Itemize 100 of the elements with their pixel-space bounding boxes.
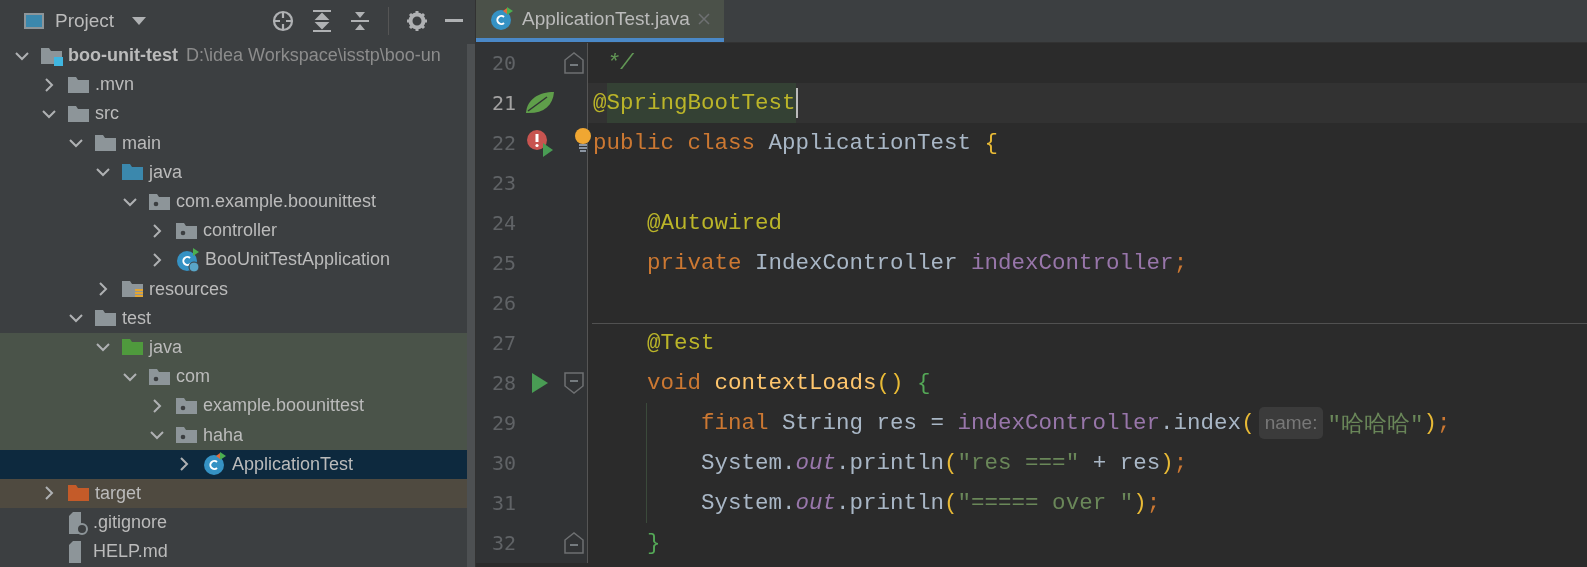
package-icon	[176, 220, 198, 241]
semicolon: ;	[1173, 450, 1188, 476]
chevron-icon[interactable]	[96, 282, 110, 297]
tree-item[interactable]: src	[0, 99, 467, 129]
tree-item[interactable]: java	[0, 157, 467, 187]
bracket: )	[1133, 490, 1147, 516]
leaf-icon[interactable]	[525, 91, 555, 115]
tree-item[interactable]: test	[0, 303, 467, 333]
tree-item[interactable]: .mvn	[0, 70, 467, 100]
run-icon[interactable]	[531, 372, 549, 394]
bracket: (	[1241, 410, 1255, 436]
chevron-icon[interactable]	[150, 252, 164, 267]
package-icon	[149, 191, 171, 212]
module-icon	[41, 45, 63, 66]
code-text: .index	[1160, 410, 1242, 436]
code-text: System.	[700, 490, 796, 516]
keyword: final	[700, 410, 769, 436]
tree-item[interactable]: BooUnitTestApplication	[0, 245, 467, 275]
semicolon: ;	[1437, 410, 1451, 436]
tree-item[interactable]: java	[0, 332, 467, 363]
string-literal: "===== over "	[957, 490, 1134, 516]
panel-title[interactable]: Project	[55, 9, 115, 32]
semicolon: ;	[1146, 490, 1161, 516]
string-literal: "res ==="	[957, 450, 1080, 476]
annotation: @	[593, 90, 607, 116]
tree-item[interactable]: com	[0, 362, 467, 392]
scrollbar[interactable]	[467, 44, 475, 567]
bracket: (	[944, 490, 958, 516]
annotation: @Test	[646, 330, 715, 356]
module-path: D:\idea Workspace\isstp\boo-un	[185, 45, 441, 67]
locate-icon[interactable]	[272, 9, 294, 32]
code-text: IndexController	[754, 250, 958, 276]
chevron-icon[interactable]	[177, 457, 191, 472]
lightbulb-icon[interactable]	[574, 127, 592, 153]
chevron-icon[interactable]	[150, 223, 164, 238]
bracket: {	[983, 130, 999, 156]
fold-end-icon[interactable]	[564, 52, 584, 74]
tree-item[interactable]: boo-unit-test D:\idea Workspace\isstp\boo-un	[0, 41, 467, 71]
annotation: @Autowired	[646, 210, 783, 236]
comment: */	[605, 50, 634, 76]
minimize-icon[interactable]	[445, 18, 463, 23]
dropdown-caret-icon[interactable]	[132, 16, 147, 25]
keyword: private	[646, 250, 742, 276]
parameter-hint: name:	[1258, 407, 1324, 439]
tree-item[interactable]: haha	[0, 420, 467, 450]
line-number: 21	[490, 91, 516, 115]
tree-item[interactable]: resources	[0, 274, 467, 304]
ignored-file-icon	[68, 510, 88, 535]
settings-icon[interactable]	[407, 10, 427, 31]
folder-icon	[122, 162, 144, 183]
bracket: ()	[876, 370, 904, 396]
tree-item[interactable]: controller	[0, 216, 467, 246]
bracket: (	[944, 450, 958, 476]
editor-tab[interactable]: ApplicationTest.java	[476, 0, 724, 42]
code-text: String res =	[781, 410, 945, 436]
expand-all-icon[interactable]	[312, 9, 332, 32]
code-text: .println	[836, 450, 945, 476]
tree-item[interactable]: com.example.boounittest	[0, 186, 467, 217]
chevron-icon[interactable]	[150, 398, 164, 413]
code-text: System.	[700, 450, 796, 476]
tree-item[interactable]: ApplicationTest	[0, 449, 467, 479]
brace: {	[916, 370, 931, 396]
keyword: class	[686, 130, 756, 156]
static-field: out	[795, 450, 837, 476]
semicolon: ;	[1173, 250, 1188, 276]
package-icon	[149, 366, 171, 387]
fold-end-icon[interactable]	[564, 532, 584, 554]
brace: }	[646, 530, 661, 556]
code-text: ApplicationTest	[767, 130, 972, 156]
keyword: void	[646, 370, 702, 396]
class-icon	[203, 452, 227, 477]
tree-item[interactable]: main	[0, 128, 467, 158]
project-window-icon	[23, 11, 45, 30]
chevron-icon[interactable]	[42, 486, 56, 501]
field-name: indexController	[970, 250, 1174, 276]
tree-item[interactable]: HELP.md	[0, 537, 467, 567]
code-text: + res	[1091, 450, 1161, 476]
package-icon	[176, 395, 198, 416]
folder-icon	[95, 133, 117, 154]
field-name: indexController	[956, 410, 1161, 436]
package-icon	[176, 425, 198, 446]
annotation: SpringBootTest	[606, 83, 796, 123]
static-field: out	[795, 490, 837, 516]
collapse-all-icon[interactable]	[350, 9, 370, 32]
folder-icon	[68, 74, 90, 95]
class-icon	[176, 247, 200, 272]
tree-item[interactable]: example.boounittest	[0, 391, 467, 421]
keyword: public	[593, 130, 674, 156]
folder-icon	[68, 103, 90, 124]
method-name: contextLoads	[713, 370, 877, 396]
fold-start-icon[interactable]	[564, 372, 584, 394]
bracket: )	[1423, 410, 1437, 436]
bracket: )	[1160, 450, 1174, 476]
tree-item[interactable]: .gitignore	[0, 508, 467, 538]
error-run-icon[interactable]	[526, 129, 554, 157]
chevron-icon[interactable]	[42, 77, 56, 92]
tree-item[interactable]: target	[0, 478, 467, 508]
resources-folder-icon	[122, 279, 144, 300]
folder-icon	[95, 308, 117, 329]
folder-icon	[122, 337, 144, 358]
